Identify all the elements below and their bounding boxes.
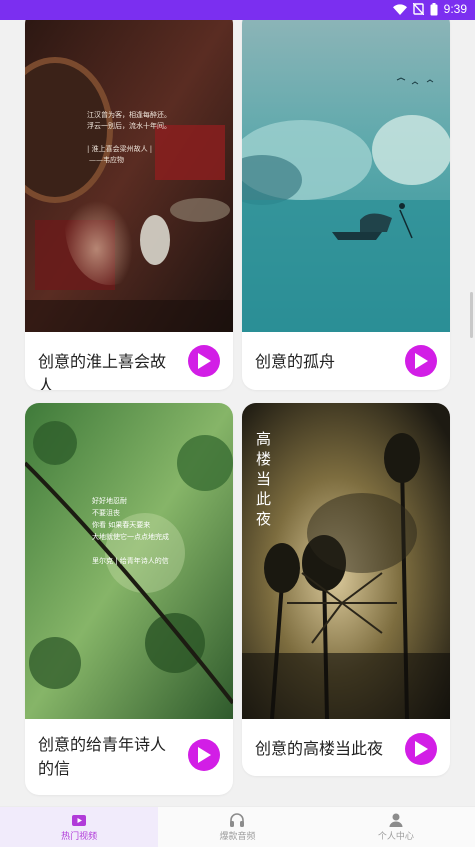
tab-label: 爆款音频 (219, 832, 256, 842)
play-button[interactable] (405, 733, 437, 765)
headphones-icon (230, 813, 245, 827)
video-thumbnail[interactable] (242, 20, 450, 332)
no-sim-icon (412, 3, 424, 15)
thumbnail-image-1 (25, 20, 233, 332)
poem-line: 不要沮丧 (92, 509, 120, 517)
play-icon (415, 353, 428, 369)
video-card[interactable]: 创意的孤舟 (242, 20, 450, 390)
battery-icon (430, 2, 438, 15)
play-icon (198, 747, 211, 763)
video-thumbnail[interactable]: 好好地忍耐 不要沮丧 你看 如果春天要来 大地就使它一点点地完成 里尔克 | 给… (25, 403, 233, 719)
thumbnail-image-2 (242, 20, 450, 332)
status-icons: 9:39 (392, 2, 467, 16)
bottom-tab-bar: 热门视频 爆款音频 个人中心 (0, 806, 475, 847)
video-card[interactable]: 江汉曾为客，相逢每醉还。 浮云一别后，流水十年间。 | 淮上喜会梁州故人 | —… (25, 20, 233, 390)
video-icon (72, 815, 87, 826)
poem-line: 你看 如果春天要来 (92, 521, 151, 529)
tab-profile[interactable]: 个人中心 (317, 807, 475, 847)
image-poem: 江汉曾为客，相逢每醉还。 浮云一别后，流水十年间。 | 淮上喜会梁州故人 | —… (87, 110, 171, 166)
video-title: 创意的淮上喜会故人 (38, 352, 167, 390)
tab-hot-audio[interactable]: 爆款音频 (158, 807, 316, 847)
wifi-icon (392, 3, 407, 15)
play-button[interactable] (405, 345, 437, 377)
poem-line: 浮云一别后，流水十年间。 (87, 122, 171, 130)
status-time: 9:39 (443, 2, 467, 16)
video-thumbnail[interactable]: 江汉曾为客，相逢每醉还。 浮云一别后，流水十年间。 | 淮上喜会梁州故人 | —… (25, 20, 233, 332)
status-bar: 9:39 (0, 0, 475, 20)
video-title: 创意的给青年诗人的信 (38, 735, 167, 778)
video-grid[interactable]: 江汉曾为客，相逢每醉还。 浮云一别后，流水十年间。 | 淮上喜会梁州故人 | —… (0, 20, 475, 806)
play-icon (415, 741, 428, 757)
image-poem: 好好地忍耐 不要沮丧 你看 如果春天要来 大地就使它一点点地完成 里尔克 | 给… (92, 495, 169, 567)
poem-subtitle: | 淮上喜会梁州故人 | (87, 145, 153, 153)
image-vertical-poem: 高楼当此夜 (256, 430, 272, 528)
video-title: 创意的孤舟 (255, 352, 336, 371)
poem-line: 江汉曾为客，相逢每醉还。 (87, 111, 171, 119)
video-card[interactable]: 高楼当此夜 创意的高楼当此夜 (242, 403, 450, 776)
play-button[interactable] (188, 345, 220, 377)
tab-hot-videos[interactable]: 热门视频 (0, 807, 159, 847)
poem-author: ——韦应物 (89, 156, 124, 164)
tab-label: 个人中心 (377, 832, 414, 842)
poem-line: 大地就使它一点点地完成 (92, 533, 169, 541)
play-icon (198, 353, 211, 369)
user-icon (389, 813, 403, 827)
scrollbar[interactable] (470, 292, 473, 338)
play-button[interactable] (188, 739, 220, 771)
video-thumbnail[interactable]: 高楼当此夜 (242, 403, 450, 719)
poem-line: 好好地忍耐 (92, 497, 127, 505)
video-card[interactable]: 好好地忍耐 不要沮丧 你看 如果春天要来 大地就使它一点点地完成 里尔克 | 给… (25, 403, 233, 795)
video-title: 创意的高楼当此夜 (255, 739, 384, 758)
tab-label: 热门视频 (61, 832, 98, 842)
poem-author: 里尔克 | 给青年诗人的信 (92, 557, 169, 565)
